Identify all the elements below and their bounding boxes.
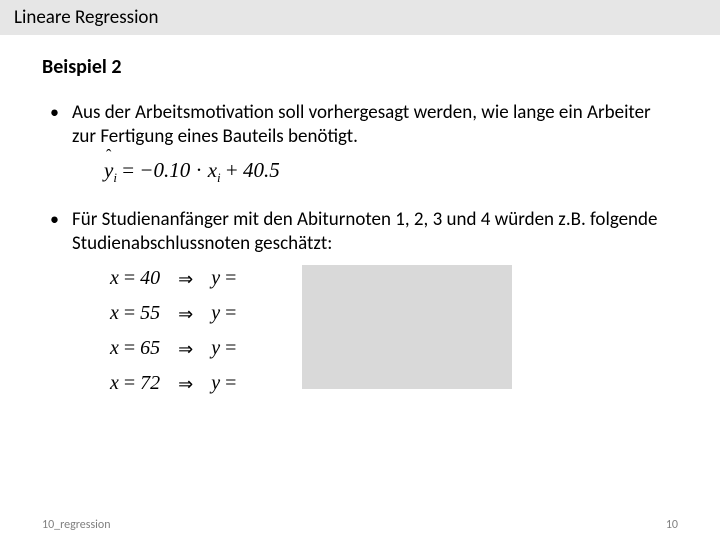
- implies-icon: ⇒: [166, 366, 205, 401]
- x-value: 72: [140, 372, 160, 394]
- x-value: 55: [140, 302, 160, 324]
- example-heading: Beispiel 2: [42, 55, 678, 79]
- slide-title-bar: Lineare Regression: [0, 0, 720, 35]
- x-label: x: [110, 302, 119, 324]
- x-var: x: [208, 158, 217, 182]
- implies-icon: ⇒: [166, 261, 205, 296]
- x-value: 65: [140, 337, 160, 359]
- table-row: x = 65 ⇒ y =: [104, 331, 242, 366]
- content-area: Beispiel 2 Aus der Arbeitsmotivation sol…: [0, 35, 720, 401]
- yhat-subscript: i: [113, 170, 117, 185]
- table-row: x = 72 ⇒ y =: [104, 366, 242, 401]
- x-subscript: i: [217, 170, 221, 185]
- implies-icon: ⇒: [166, 296, 205, 331]
- yhat-symbol: y: [211, 267, 220, 289]
- examples-table: x = 40 ⇒ y = x = 55 ⇒ y = x = 65 ⇒ y =: [104, 261, 242, 401]
- table-row: x = 40 ⇒ y =: [104, 261, 242, 296]
- yhat-symbol: y: [104, 157, 113, 183]
- footer-right: 10: [666, 518, 678, 532]
- slope-value: −0.10: [139, 158, 190, 182]
- x-value: 40: [140, 267, 160, 289]
- yhat-symbol: y: [211, 302, 220, 324]
- examples-block: x = 40 ⇒ y = x = 55 ⇒ y = x = 65 ⇒ y =: [104, 261, 678, 401]
- bullet-item: Für Studienanfänger mit den Abiturnoten …: [42, 208, 678, 402]
- slide-title: Lineare Regression: [14, 6, 158, 29]
- yhat-symbol: y: [211, 372, 220, 394]
- regression-equation: yi = −0.10 · xi + 40.5: [104, 157, 678, 186]
- x-label: x: [110, 372, 119, 394]
- answer-cover-overlay: [302, 265, 512, 389]
- bullet-text: Aus der Arbeitsmotivation soll vorherges…: [72, 101, 651, 148]
- bullet-item: Aus der Arbeitsmotivation soll vorherges…: [42, 101, 678, 186]
- yhat-symbol: y: [211, 337, 220, 359]
- implies-icon: ⇒: [166, 331, 205, 366]
- slide-footer: 10_regression 10: [0, 518, 720, 532]
- bullet-list: Aus der Arbeitsmotivation soll vorherges…: [42, 101, 678, 401]
- x-label: x: [110, 337, 119, 359]
- bullet-text: Für Studienanfänger mit den Abiturnoten …: [72, 208, 657, 255]
- table-row: x = 55 ⇒ y =: [104, 296, 242, 331]
- intercept-value: 40.5: [243, 158, 280, 182]
- footer-left: 10_regression: [42, 518, 111, 532]
- x-label: x: [110, 267, 119, 289]
